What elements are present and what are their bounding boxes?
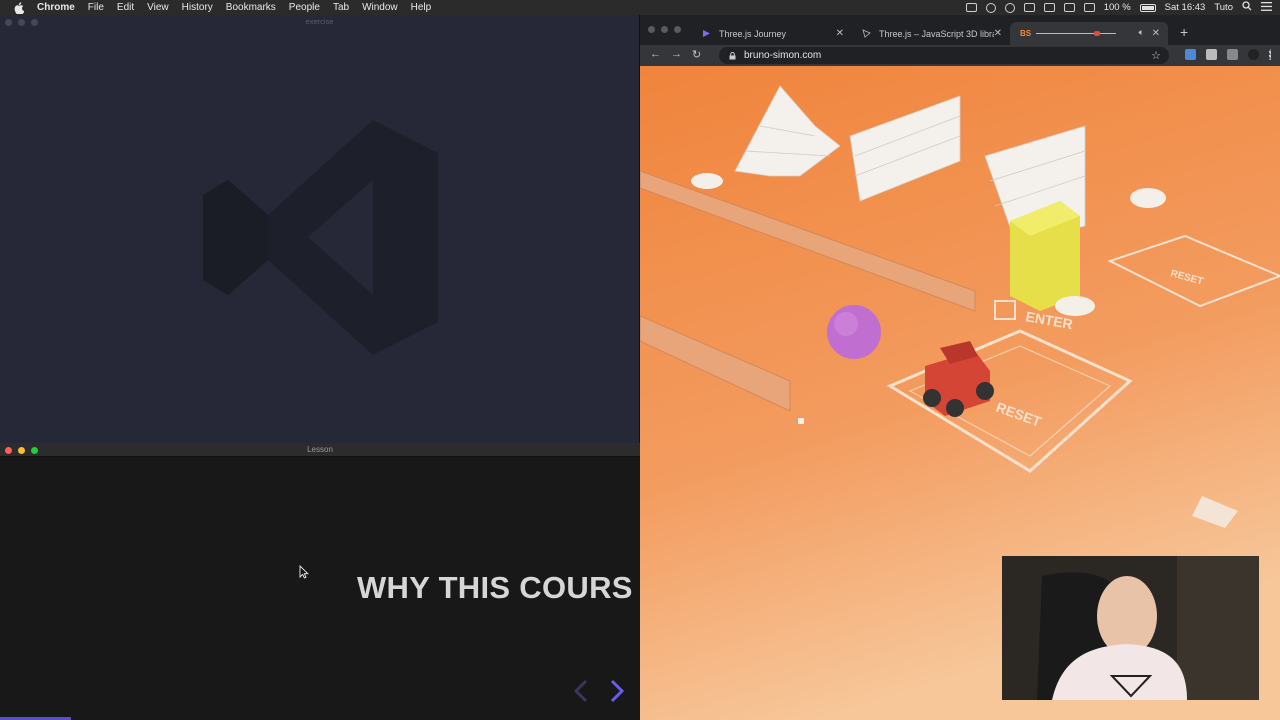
tab-strip: Three.js Journey ✕ Three.js – JavaScript… xyxy=(640,15,1280,45)
threejs-favicon-icon xyxy=(862,29,871,38)
small-cube xyxy=(798,418,804,424)
menu-help[interactable]: Help xyxy=(411,2,432,13)
menu-window[interactable]: Window xyxy=(362,2,398,13)
close-tab-icon[interactable]: ✕ xyxy=(836,28,844,39)
bruno-simon-favicon-icon: BS xyxy=(1020,29,1032,38)
vscode-window: exercise xyxy=(0,15,640,443)
status-icon-3[interactable] xyxy=(1023,3,1035,12)
status-icon-2[interactable] xyxy=(1004,2,1015,13)
lesson-window-title: Lesson xyxy=(307,445,333,454)
menu-history[interactable]: History xyxy=(182,2,213,13)
vscode-window-title: exercise xyxy=(305,17,334,26)
vscode-titlebar: exercise xyxy=(0,15,639,29)
previous-slide-button[interactable] xyxy=(573,679,589,708)
vscode-logo-icon xyxy=(198,115,443,365)
url-text: bruno-simon.com xyxy=(744,50,822,61)
tab-threejs-library[interactable]: Three.js – JavaScript 3D library ✕ xyxy=(852,22,1010,45)
close-button[interactable] xyxy=(648,26,655,33)
macos-menubar: Chrome File Edit View History Bookmarks … xyxy=(0,0,1280,15)
lesson-window: Lesson WHY THIS COURS xyxy=(0,443,640,720)
media-control-icon[interactable] xyxy=(1227,49,1238,60)
status-icon-4[interactable] xyxy=(1043,3,1055,12)
chrome-toolbar: ← → ↻ bruno-simon.com ☆ xyxy=(640,45,1280,66)
menu-people[interactable]: People xyxy=(289,2,320,13)
forward-arrow-icon[interactable]: → xyxy=(671,48,682,60)
battery-percent[interactable]: 100 % xyxy=(1104,2,1131,13)
extensions-puzzle-icon[interactable] xyxy=(1206,49,1217,60)
battery-icon[interactable] xyxy=(1139,3,1156,12)
profile-avatar[interactable] xyxy=(1248,49,1259,60)
loading-indicator-icon xyxy=(1094,31,1100,36)
webcam-overlay xyxy=(1002,556,1259,700)
reload-icon[interactable]: ↻ xyxy=(692,48,701,61)
apple-icon[interactable] xyxy=(13,1,25,14)
volume-icon[interactable] xyxy=(1083,3,1095,12)
tab-label: Three.js Journey xyxy=(719,28,787,39)
zoom-button[interactable] xyxy=(674,26,681,33)
clock[interactable]: Sat 16:43 xyxy=(1165,2,1206,13)
yellow-block xyxy=(1010,201,1080,311)
screen-record-icon[interactable] xyxy=(965,3,977,12)
mouse-cursor-icon xyxy=(299,564,309,584)
menu-tab[interactable]: Tab xyxy=(333,2,349,13)
address-bar[interactable]: bruno-simon.com ☆ xyxy=(719,47,1169,64)
rock xyxy=(691,173,723,189)
lesson-titlebar: Lesson xyxy=(0,443,640,457)
menu-file[interactable]: File xyxy=(88,2,104,13)
close-tab-icon[interactable]: ✕ xyxy=(994,28,1002,39)
status-icon-1[interactable] xyxy=(985,2,996,13)
tab-bruno-simon[interactable]: BS 🔈︎ ✕ xyxy=(1010,22,1168,45)
close-tab-icon[interactable]: ✕ xyxy=(1152,28,1160,39)
window-controls[interactable] xyxy=(648,26,681,33)
menu-edit[interactable]: Edit xyxy=(117,2,134,13)
wifi-icon[interactable] xyxy=(1063,3,1075,12)
back-arrow-icon[interactable]: ← xyxy=(650,48,661,60)
slide-heading: WHY THIS COURS xyxy=(357,570,633,605)
search-icon[interactable] xyxy=(1242,1,1252,14)
menu-list-icon[interactable] xyxy=(1261,1,1272,14)
new-tab-button[interactable]: + xyxy=(1180,24,1188,40)
rock xyxy=(1055,296,1095,316)
next-slide-button[interactable] xyxy=(609,679,625,708)
user-name[interactable]: Tuto xyxy=(1214,2,1233,13)
loading-bar xyxy=(1036,33,1116,34)
rock xyxy=(1130,188,1166,208)
lock-icon xyxy=(729,52,736,60)
extension-1-icon[interactable] xyxy=(1185,49,1196,60)
speaker-icon[interactable]: 🔈︎ xyxy=(1139,27,1144,38)
menu-view[interactable]: View xyxy=(147,2,169,13)
bookmark-star-icon[interactable]: ☆ xyxy=(1151,49,1161,62)
minimize-button[interactable] xyxy=(661,26,668,33)
tab-label: Three.js – JavaScript 3D library xyxy=(879,28,994,39)
threejs-journey-favicon-icon xyxy=(702,29,711,38)
menu-bookmarks[interactable]: Bookmarks xyxy=(226,2,276,13)
menu-dots-icon[interactable] xyxy=(1269,49,1272,60)
menu-app-name[interactable]: Chrome xyxy=(37,2,75,13)
tab-threejs-journey[interactable]: Three.js Journey ✕ xyxy=(692,22,852,45)
